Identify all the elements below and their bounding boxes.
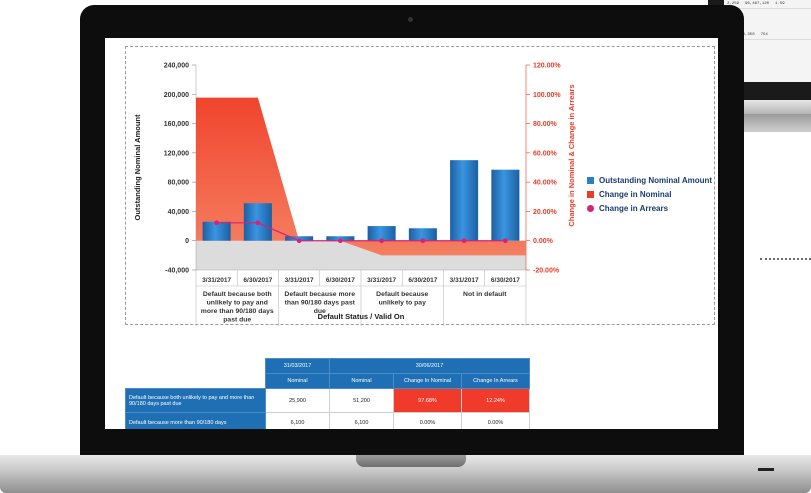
y2-tick-label: 20.00% [533,209,558,216]
x-tick-label: 3/31/2017 [202,277,231,284]
table-cell: 6,100 [329,412,394,429]
y-tick-label: 240,000 [164,63,189,70]
arrears-point [255,220,261,226]
bar-outstanding-nominal [450,160,479,241]
x-tick-label: 6/30/2017 [243,277,272,284]
table-row: Default because both unlikely to pay and… [125,388,530,413]
laptop-screen: 240,000 200,000 160,000 120,000 80,000 40,000… [105,38,718,429]
table-header-date: 30/06/2017 [329,358,530,374]
y2-tick-label: 100.00% [533,92,561,99]
arrears-point [337,238,343,244]
table-subheader: Nominal [329,373,394,389]
data-table: 31/03/2017 30/06/2017 Nominal Nominal Ch… [125,358,545,429]
camera-icon [408,17,413,22]
table-subheader: Change In Nominal [393,373,462,389]
background-laptop-base-lower [740,114,811,132]
row-label: Default because more than 90/180 days [125,412,266,429]
table-cell: 0.00% [393,412,462,429]
y2-tick-label: 80.00% [533,121,558,128]
x-tick-label: 6/30/2017 [326,277,355,284]
x-tick-label: 3/31/2017 [450,277,479,284]
y2-tick-label: 40.00% [533,180,558,187]
bar-outstanding-nominal [491,169,520,241]
legend-item-change-arrears: Change in Arrears [587,201,712,215]
row-label: Default because both unlikely to pay and… [125,388,266,413]
y2-tick-label: 60.00% [533,150,558,157]
table-cell-highlight: 97.68% [393,388,462,413]
legend-item-nominal-amount: Outstanding Nominal Amount [587,173,712,187]
legend-item-change-nominal: Change in Nominal [587,187,712,201]
arrears-point [379,238,385,244]
arrears-point [296,238,302,244]
table-header-date: 31/03/2017 [265,358,330,374]
table-row: Default because more than 90/180 days 6,… [125,412,530,429]
y-tick-label: 160,000 [164,121,189,128]
legend-dot [587,204,594,212]
y-tick-label: 40,000 [168,209,190,216]
y-axis-title: Outstanding Nominal Amount [133,114,142,220]
y-tick-label: 200,000 [164,92,189,99]
laptop-indicator [758,468,774,471]
y-tick-label: 0 [185,238,189,245]
group-label: Default because unlikely to pay [376,291,428,307]
table-cell: 6,100 [265,412,330,429]
x-axis-title: Default Status / Valid On [318,312,405,321]
chart-legend: Outstanding Nominal Amount Change in Nom… [587,173,712,215]
x-tick-label: 6/30/2017 [491,277,520,284]
y-tick-label: 120,000 [164,150,189,157]
group-label: Not in default [463,291,507,298]
y2-tick-label: 0.00% [533,238,554,245]
table-subheader: Nominal [265,373,330,389]
y2-tick-label: 120.00% [533,63,561,70]
legend-swatch [587,190,594,198]
table-cell-highlight: 12.24% [461,388,530,413]
table-cell: 25,900 [265,388,330,413]
arrears-point [420,238,426,244]
laptop-notch [356,455,466,467]
table-cell: 51,200 [329,388,394,413]
y2-axis-title: Change in Nominal & Change in Arrears [567,84,576,226]
x-tick-label: 3/31/2017 [367,277,396,284]
chart-panel: 240,000 200,000 160,000 120,000 80,000 40,000… [125,46,715,326]
x-tick-label: 6/30/2017 [408,277,437,284]
legend-swatch [587,176,594,184]
group-label: Default because both unlikely to pay and m… [201,291,274,324]
table-cell: 0.00% [461,412,530,429]
y-tick-label: 80,000 [168,180,190,187]
x-tick-label: 3/31/2017 [285,277,314,284]
y2-tick-label: -20.00% [533,268,560,275]
y-tick-label: -40,000 [165,268,189,275]
arrears-point [214,220,220,226]
dotted-connector [760,258,811,260]
arrears-point [502,238,508,244]
arrears-point [461,238,467,244]
table-corner [125,358,266,374]
table-subheader: Change In Arrears [461,373,530,389]
